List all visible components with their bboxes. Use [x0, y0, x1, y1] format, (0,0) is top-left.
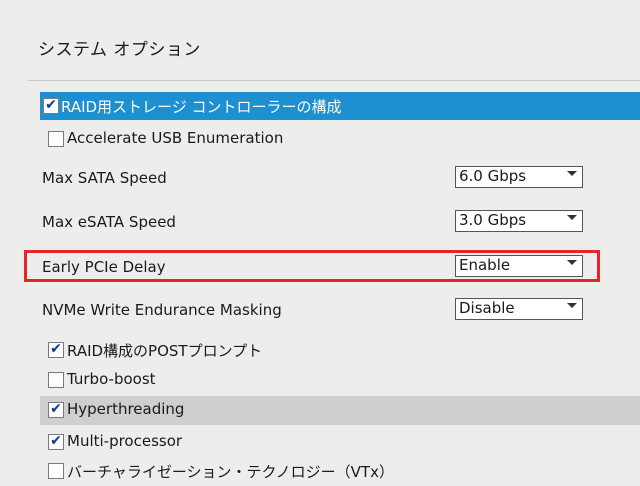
option-accel-usb-row[interactable]: Accelerate USB Enumeration: [0, 124, 640, 154]
option-label: Max eSATA Speed: [42, 213, 176, 231]
chevron-down-icon: [567, 303, 577, 308]
option-multiproc-row[interactable]: ✔ Multi-processor: [0, 427, 640, 457]
option-raid-post-row[interactable]: ✔ RAID構成のPOSTプロンプト: [0, 335, 640, 365]
option-label: Max SATA Speed: [42, 169, 167, 187]
option-hyperthreading-row[interactable]: ✔ Hyperthreading: [40, 396, 640, 425]
checkbox-hyperthreading[interactable]: ✔: [48, 402, 64, 418]
checkbox-accel-usb[interactable]: [48, 131, 64, 147]
option-max-sata-row: Max SATA Speed 6.0 Gbps: [0, 163, 640, 193]
option-turbo-row[interactable]: Turbo-boost: [0, 365, 640, 395]
option-label: RAID構成のPOSTプロンプト: [67, 342, 263, 360]
max-esata-select[interactable]: 3.0 Gbps: [455, 210, 583, 232]
option-label: RAID用ストレージ コントローラーの構成: [61, 98, 342, 116]
highlight-box: [24, 250, 600, 282]
option-label: バーチャライゼーション・テクノロジー（VTx）: [67, 463, 394, 481]
checkbox-turbo[interactable]: [48, 372, 64, 388]
select-value: 6.0 Gbps: [459, 167, 527, 185]
divider: [28, 80, 640, 81]
option-vtx-row[interactable]: バーチャライゼーション・テクノロジー（VTx）: [0, 456, 640, 486]
checkbox-raid-storage[interactable]: ✔: [43, 98, 59, 114]
option-label: Turbo-boost: [67, 370, 156, 388]
option-label: Multi-processor: [67, 432, 183, 450]
option-nvme-row: NVMe Write Endurance Masking Disable: [0, 296, 640, 326]
option-label: Hyperthreading: [67, 400, 185, 418]
option-label: NVMe Write Endurance Masking: [42, 301, 282, 319]
select-value: Disable: [459, 299, 515, 317]
max-sata-select[interactable]: 6.0 Gbps: [455, 166, 583, 188]
nvme-select[interactable]: Disable: [455, 298, 583, 320]
select-value: 3.0 Gbps: [459, 211, 527, 229]
checkbox-raid-post[interactable]: ✔: [48, 342, 64, 358]
checkbox-vtx[interactable]: [48, 463, 64, 479]
checkbox-multiproc[interactable]: ✔: [48, 434, 64, 450]
page-title: システム オプション: [38, 40, 201, 60]
option-label: Accelerate USB Enumeration: [67, 129, 284, 147]
option-raid-storage-row[interactable]: ✔ RAID用ストレージ コントローラーの構成: [40, 92, 640, 120]
chevron-down-icon: [567, 215, 577, 220]
chevron-down-icon: [567, 171, 577, 176]
option-max-esata-row: Max eSATA Speed 3.0 Gbps: [0, 207, 640, 237]
